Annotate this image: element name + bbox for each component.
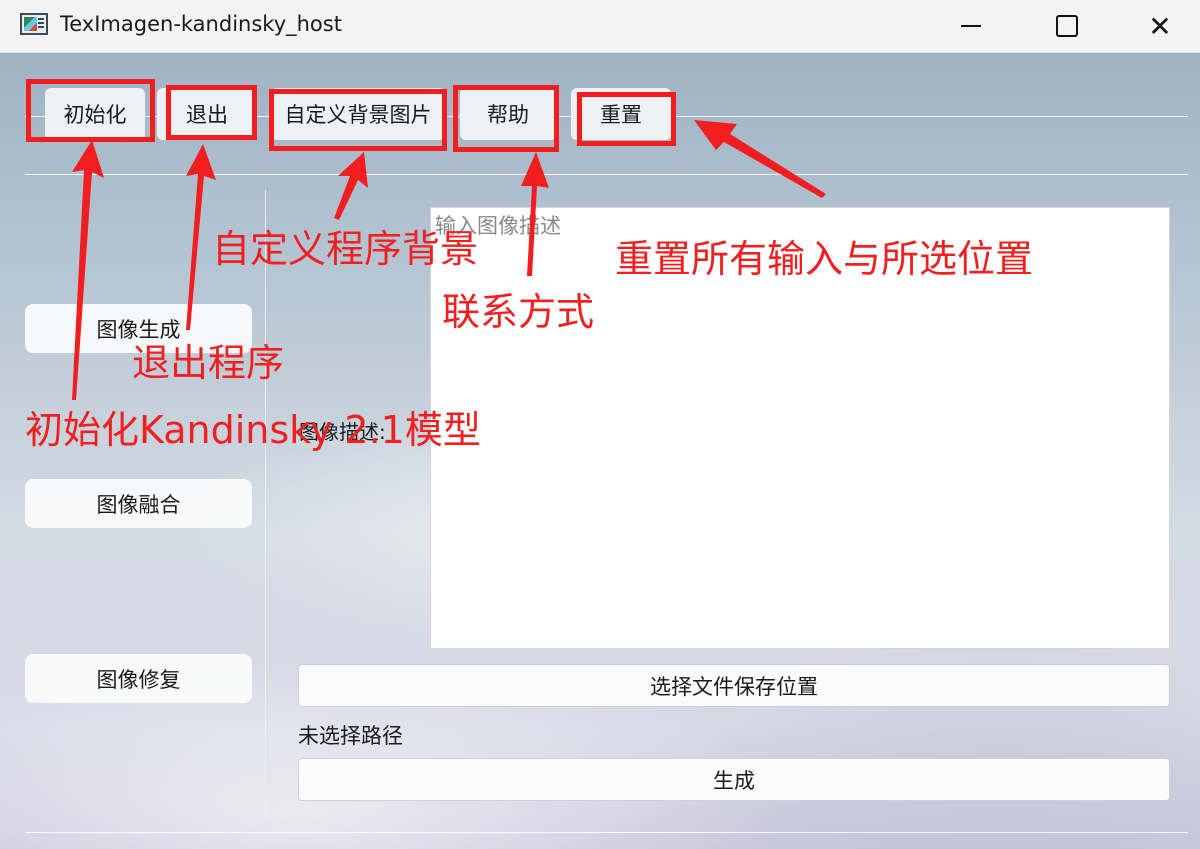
background-highlight-box: [269, 89, 447, 151]
reset-highlight-box: [577, 92, 676, 146]
reset-annotation: 重置所有输入与所选位置: [615, 237, 1034, 281]
window-title: TexImagen-kandinsky_host: [60, 12, 342, 36]
minimize-button[interactable]: [948, 0, 994, 52]
background-annotation: 自定义程序背景: [212, 227, 479, 271]
exit-highlight-box: [166, 85, 257, 140]
help-highlight-box: [453, 85, 559, 152]
sidebar-item-image-inpainting[interactable]: 图像修复: [25, 654, 252, 703]
sidebar-item-image-fusion[interactable]: 图像融合: [25, 479, 252, 528]
title-bar: TexImagen-kandinsky_host ✕: [0, 0, 1200, 53]
close-button[interactable]: ✕: [1137, 0, 1183, 52]
init-highlight-box: [26, 79, 155, 142]
generate-button[interactable]: 生成: [298, 758, 1170, 801]
maximize-button[interactable]: [1044, 0, 1090, 52]
sidebar-divider: [265, 190, 266, 820]
maximize-icon: [1056, 15, 1078, 37]
toolbar-divider: [25, 174, 1188, 175]
help-annotation: 联系方式: [442, 290, 595, 334]
path-status-label: 未选择路径: [298, 724, 403, 748]
minimize-icon: [961, 25, 981, 27]
bottom-divider: [25, 832, 1188, 833]
close-icon: ✕: [1148, 9, 1172, 43]
app-icon: [20, 13, 48, 35]
init-annotation: 初始化Kandinsky 2.1模型: [25, 408, 481, 452]
exit-annotation: 退出程序: [132, 341, 285, 385]
choose-save-location-button[interactable]: 选择文件保存位置: [298, 664, 1170, 707]
